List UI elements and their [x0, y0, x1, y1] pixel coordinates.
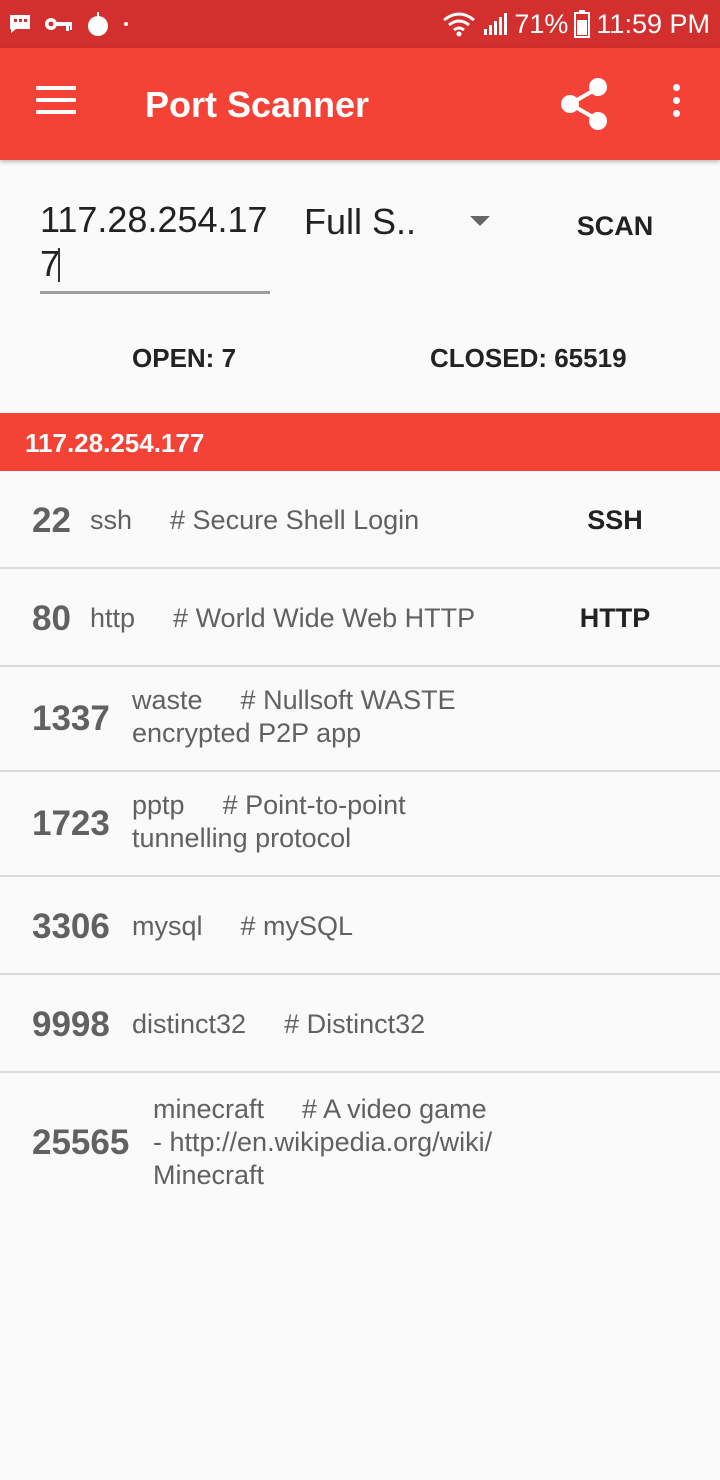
more-vert-icon[interactable]	[664, 84, 688, 124]
port-number: 1337	[32, 699, 110, 738]
protocol-badge[interactable]: HTTP	[565, 601, 665, 635]
port-comment: # mySQL	[240, 911, 354, 941]
port-comment: # World Wide Web HTTP	[173, 603, 476, 633]
port-description: http # World Wide Web HTTP	[90, 602, 550, 635]
port-number: 25565	[32, 1123, 130, 1162]
status-bar: 71% 11:59 PM	[0, 0, 720, 48]
dot-icon	[124, 22, 128, 26]
vpn-key-icon	[45, 18, 72, 31]
dropdown-arrow-icon	[470, 216, 490, 226]
port-list: 22 ssh # Secure Shell Login SSH 80 http # …	[0, 471, 720, 1213]
scan-button[interactable]: SCAN	[560, 204, 670, 248]
battery-percent: 71%	[514, 8, 569, 39]
port-comment: # Distinct32	[284, 1009, 426, 1039]
port-service: pptp	[132, 790, 185, 820]
host-ip: 117.28.254.177	[25, 428, 205, 458]
share-icon[interactable]	[558, 76, 610, 132]
app-bar: Port Scanner	[0, 48, 720, 160]
wifi-icon	[443, 12, 476, 37]
app-title: Port Scanner	[145, 84, 370, 125]
port-comment: # Secure Shell Login	[170, 505, 420, 535]
port-service: distinct32	[132, 1009, 247, 1039]
port-row[interactable]: 25565 minecraft # A video game - http://e…	[0, 1073, 720, 1213]
port-description: pptp # Point-to-point tunnelling protocol	[132, 789, 512, 855]
battery-icon	[574, 10, 591, 38]
port-description: distinct32 # Distinct32	[132, 1008, 552, 1041]
port-service: waste	[132, 685, 203, 715]
closed-count: CLOSED: 65519	[430, 343, 627, 373]
port-row[interactable]: 1723 pptp # Point-to-point tunnelling pro…	[0, 772, 720, 877]
port-description: mysql # mySQL	[132, 910, 552, 943]
port-description: ssh # Secure Shell Login	[90, 504, 550, 537]
port-row[interactable]: 22 ssh # Secure Shell Login SSH	[0, 471, 720, 569]
port-number: 3306	[32, 907, 110, 946]
menu-icon[interactable]	[36, 86, 76, 122]
port-service: minecraft	[153, 1094, 265, 1124]
port-row[interactable]: 9998 distinct32 # Distinct32	[0, 975, 720, 1073]
port-description: waste # Nullsoft WASTE encrypted P2P app	[132, 684, 512, 750]
scan-mode-dropdown[interactable]: Full S..	[304, 200, 494, 248]
port-row[interactable]: 80 http # World Wide Web HTTP HTTP	[0, 569, 720, 667]
system-status: 71% 11:59 PM	[442, 6, 710, 42]
port-service: http	[90, 603, 136, 633]
port-number: 1723	[32, 804, 110, 843]
port-service: mysql	[132, 911, 203, 941]
host-input[interactable]: 117.28.254.177	[40, 198, 270, 294]
port-row[interactable]: 1337 waste # Nullsoft WASTE encrypted P2P…	[0, 667, 720, 772]
clock: 11:59 PM	[596, 8, 710, 39]
port-row[interactable]: 3306 mysql # mySQL	[0, 877, 720, 975]
scan-mode-value: Full S..	[304, 201, 417, 242]
host-header: 117.28.254.177	[0, 413, 720, 471]
port-number: 9998	[32, 1005, 110, 1044]
notification-icons	[8, 10, 130, 38]
port-number: 22	[32, 501, 71, 540]
text-cursor	[58, 248, 60, 282]
message-icon	[10, 15, 30, 33]
app-notification-icon	[88, 12, 108, 36]
open-count: OPEN: 7	[132, 343, 237, 373]
port-service: ssh	[90, 505, 133, 535]
port-description: minecraft # A video game - http://en.wiki…	[153, 1093, 503, 1192]
port-number: 80	[32, 599, 71, 638]
protocol-badge[interactable]: SSH	[565, 503, 665, 537]
signal-icon	[484, 13, 508, 35]
